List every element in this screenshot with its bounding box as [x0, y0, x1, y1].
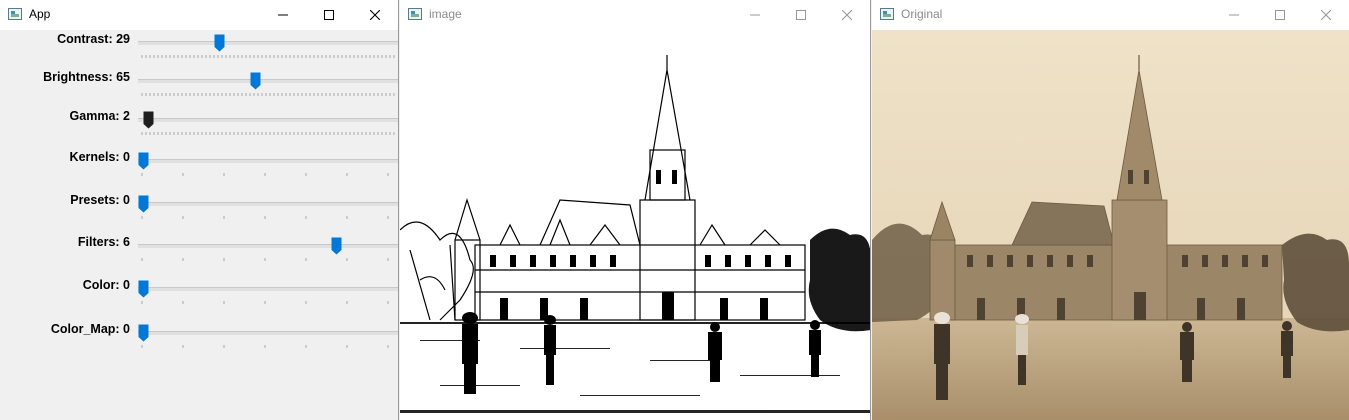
- app-window: App Contrast: 29 Brightness: 65 Gamma: 2 Ke…: [0, 0, 399, 420]
- original-image: [872, 30, 1349, 420]
- trackbar-label: Brightness: 65: [43, 70, 130, 84]
- minimize-button[interactable]: [1211, 0, 1257, 30]
- close-icon: [842, 10, 852, 20]
- trackbar-ticks: [141, 301, 389, 304]
- trackbar-row: Brightness: 65: [0, 68, 398, 108]
- close-icon: [1321, 10, 1331, 20]
- trackbar-track[interactable]: [138, 287, 398, 291]
- trackbar-row: Color: 0: [0, 276, 398, 316]
- original-window-title: Original: [901, 7, 943, 21]
- image-titlebar[interactable]: image: [400, 0, 870, 30]
- close-icon: [370, 10, 380, 20]
- trackbar-thumb[interactable]: [138, 195, 149, 213]
- trackbar-label: Color: 0: [82, 278, 130, 292]
- trackbar-thumb[interactable]: [138, 280, 149, 298]
- original-window-icon: [880, 8, 894, 20]
- minimize-icon: [750, 14, 760, 16]
- trackbar-ticks: [141, 345, 389, 348]
- trackbar-ticks: [141, 55, 395, 58]
- close-button[interactable]: [1303, 0, 1349, 30]
- trackbar-label: Filters: 6: [77, 235, 130, 249]
- trackbar-ticks: [141, 173, 389, 176]
- image-window: image: [400, 0, 871, 420]
- trackbar-ticks: [141, 258, 389, 261]
- image-window-title: image: [429, 7, 462, 21]
- image-window-icon: [408, 8, 422, 20]
- trackbar-thumb[interactable]: [143, 111, 154, 129]
- trackbar-track[interactable]: [138, 118, 398, 122]
- trackbar-track[interactable]: [138, 331, 398, 335]
- minimize-icon: [1229, 14, 1239, 16]
- trackbar-ticks: [141, 93, 395, 96]
- trackbar-track[interactable]: [138, 244, 398, 248]
- trackbar-thumb[interactable]: [214, 34, 225, 52]
- app-window-icon: [8, 8, 22, 20]
- app-window-title: App: [29, 7, 51, 21]
- minimize-button[interactable]: [260, 0, 306, 30]
- maximize-button[interactable]: [778, 0, 824, 30]
- trackbar-label: Color_Map: 0: [50, 322, 130, 336]
- original-titlebar[interactable]: Original: [872, 0, 1349, 30]
- trackbar-thumb[interactable]: [138, 152, 149, 170]
- trackbar-track[interactable]: [138, 41, 398, 45]
- minimize-icon: [278, 14, 288, 16]
- maximize-icon: [1275, 10, 1285, 20]
- processed-image: [400, 30, 870, 420]
- trackbar-track[interactable]: [138, 202, 398, 206]
- close-button[interactable]: [824, 0, 870, 30]
- maximize-button[interactable]: [306, 0, 352, 30]
- trackbar-ticks: [141, 132, 395, 135]
- trackbar-row: Kernels: 0: [0, 148, 398, 188]
- trackbar-thumb[interactable]: [138, 324, 149, 342]
- trackbar-track[interactable]: [138, 159, 398, 163]
- trackbar-thumb[interactable]: [331, 237, 342, 255]
- trackbar-row: Gamma: 2: [0, 107, 398, 147]
- app-titlebar[interactable]: App: [0, 0, 398, 30]
- original-window: Original: [872, 0, 1349, 420]
- maximize-icon: [796, 10, 806, 20]
- trackbar-label: Contrast: 29: [57, 32, 130, 46]
- maximize-button[interactable]: [1257, 0, 1303, 30]
- trackbar-row: Presets: 0: [0, 191, 398, 231]
- minimize-button[interactable]: [732, 0, 778, 30]
- maximize-icon: [324, 10, 334, 20]
- trackbar-panel: Contrast: 29 Brightness: 65 Gamma: 2 Kernel…: [0, 30, 398, 420]
- trackbar-thumb[interactable]: [250, 72, 261, 90]
- trackbar-label: Kernels: 0: [69, 150, 130, 164]
- trackbar-track[interactable]: [138, 79, 398, 83]
- trackbar-row: Contrast: 29: [0, 30, 398, 70]
- trackbar-row: Filters: 6: [0, 233, 398, 273]
- trackbar-ticks: [141, 216, 389, 219]
- trackbar-label: Gamma: 2: [69, 109, 130, 123]
- close-button[interactable]: [352, 0, 398, 30]
- trackbar-label: Presets: 0: [70, 193, 130, 207]
- trackbar-row: Color_Map: 0: [0, 320, 398, 360]
